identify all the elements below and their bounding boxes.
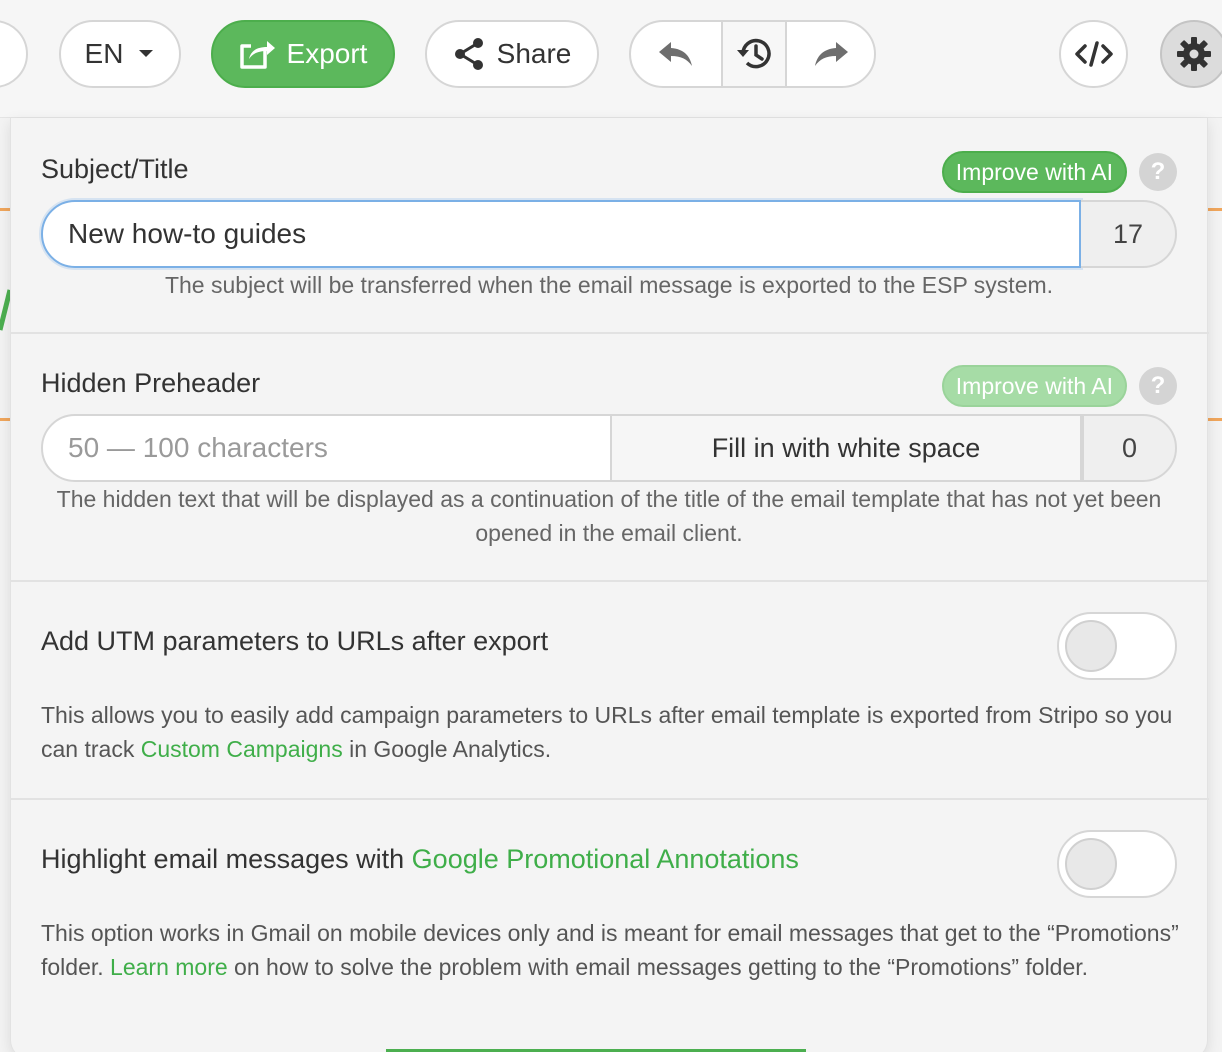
redo-button[interactable] xyxy=(787,22,874,86)
annotations-label: Highlight email messages with Google Pro… xyxy=(41,844,799,875)
gear-icon xyxy=(1177,37,1211,71)
toggle-knob xyxy=(1065,838,1117,890)
annotations-description: This option works in Gmail on mobile dev… xyxy=(41,916,1181,984)
utm-description-text-end: in Google Analytics. xyxy=(342,736,552,762)
subject-improve-ai-button[interactable]: Improve with AI xyxy=(941,151,1127,193)
fill-white-space-button[interactable]: Fill in with white space xyxy=(612,414,1082,482)
undo-button[interactable] xyxy=(631,22,721,86)
canvas-graphic xyxy=(0,289,10,331)
utm-section: Add UTM parameters to URLs after export … xyxy=(11,582,1209,800)
annotations-section: Highlight email messages with Google Pro… xyxy=(11,800,1209,1052)
preheader-char-count: 0 xyxy=(1082,414,1177,482)
preheader-help-icon[interactable]: ? xyxy=(1139,367,1177,405)
export-icon xyxy=(239,41,275,69)
undo-icon xyxy=(659,42,692,66)
preheader-field-group: 50 — 100 characters Fill in with white s… xyxy=(41,414,1177,482)
preheader-section: Hidden Preheader Improve with AI ? 50 — … xyxy=(11,334,1209,582)
top-toolbar: EN Export Share xyxy=(0,0,1222,118)
chevron-down-icon xyxy=(139,50,154,57)
share-label: Share xyxy=(496,38,572,69)
annotations-description-text-end: on how to solve the problem with email m… xyxy=(227,954,1089,980)
google-annotations-link[interactable]: Google Promotional Annotations xyxy=(412,844,799,874)
email-settings-panel: Subject/Title Improve with AI ? New how-… xyxy=(10,118,1209,1052)
subject-field-group: New how-to guides 17 xyxy=(41,200,1177,268)
annotations-label-text: Highlight email messages with xyxy=(41,844,412,874)
export-label: Export xyxy=(286,38,368,69)
utm-label: Add UTM parameters to URLs after export xyxy=(41,626,549,656)
subject-hint: The subject will be transferred when the… xyxy=(164,272,1054,298)
history-controls xyxy=(629,20,876,88)
history-button[interactable] xyxy=(721,22,787,86)
settings-button[interactable] xyxy=(1160,20,1222,88)
preheader-hint: The hidden text that will be displayed a… xyxy=(56,486,1162,546)
learn-more-link[interactable]: Learn more xyxy=(110,954,228,980)
share-icon xyxy=(454,38,483,70)
utm-toggle[interactable] xyxy=(1057,612,1177,680)
subject-help-icon[interactable]: ? xyxy=(1139,153,1177,191)
annotations-toggle[interactable] xyxy=(1057,830,1177,898)
preheader-input[interactable]: 50 — 100 characters xyxy=(41,414,612,482)
canvas-divider xyxy=(0,208,10,211)
canvas-divider xyxy=(0,418,10,421)
subject-input[interactable]: New how-to guides xyxy=(41,200,1081,268)
subject-section: Subject/Title Improve with AI ? New how-… xyxy=(11,118,1209,334)
subject-label: Subject/Title xyxy=(41,154,189,184)
subject-char-count: 17 xyxy=(1081,200,1177,268)
previous-toolbar-button[interactable] xyxy=(0,20,28,88)
export-button[interactable]: Export xyxy=(211,20,395,88)
redo-icon xyxy=(814,42,848,66)
toggle-knob xyxy=(1065,620,1117,672)
preheader-label: Hidden Preheader xyxy=(41,368,261,398)
preheader-improve-ai-button[interactable]: Improve with AI xyxy=(941,365,1127,407)
language-label: EN xyxy=(84,38,124,69)
share-button[interactable]: Share xyxy=(425,20,599,88)
code-icon xyxy=(1074,41,1113,67)
code-editor-button[interactable] xyxy=(1059,20,1128,88)
history-icon xyxy=(737,38,771,69)
language-selector[interactable]: EN xyxy=(59,20,181,88)
custom-campaigns-link[interactable]: Custom Campaigns xyxy=(141,736,343,762)
editor-stage: EN Export Share Subject/Title Improve wi… xyxy=(0,0,1222,1052)
utm-description: This allows you to easily add campaign p… xyxy=(41,698,1181,766)
